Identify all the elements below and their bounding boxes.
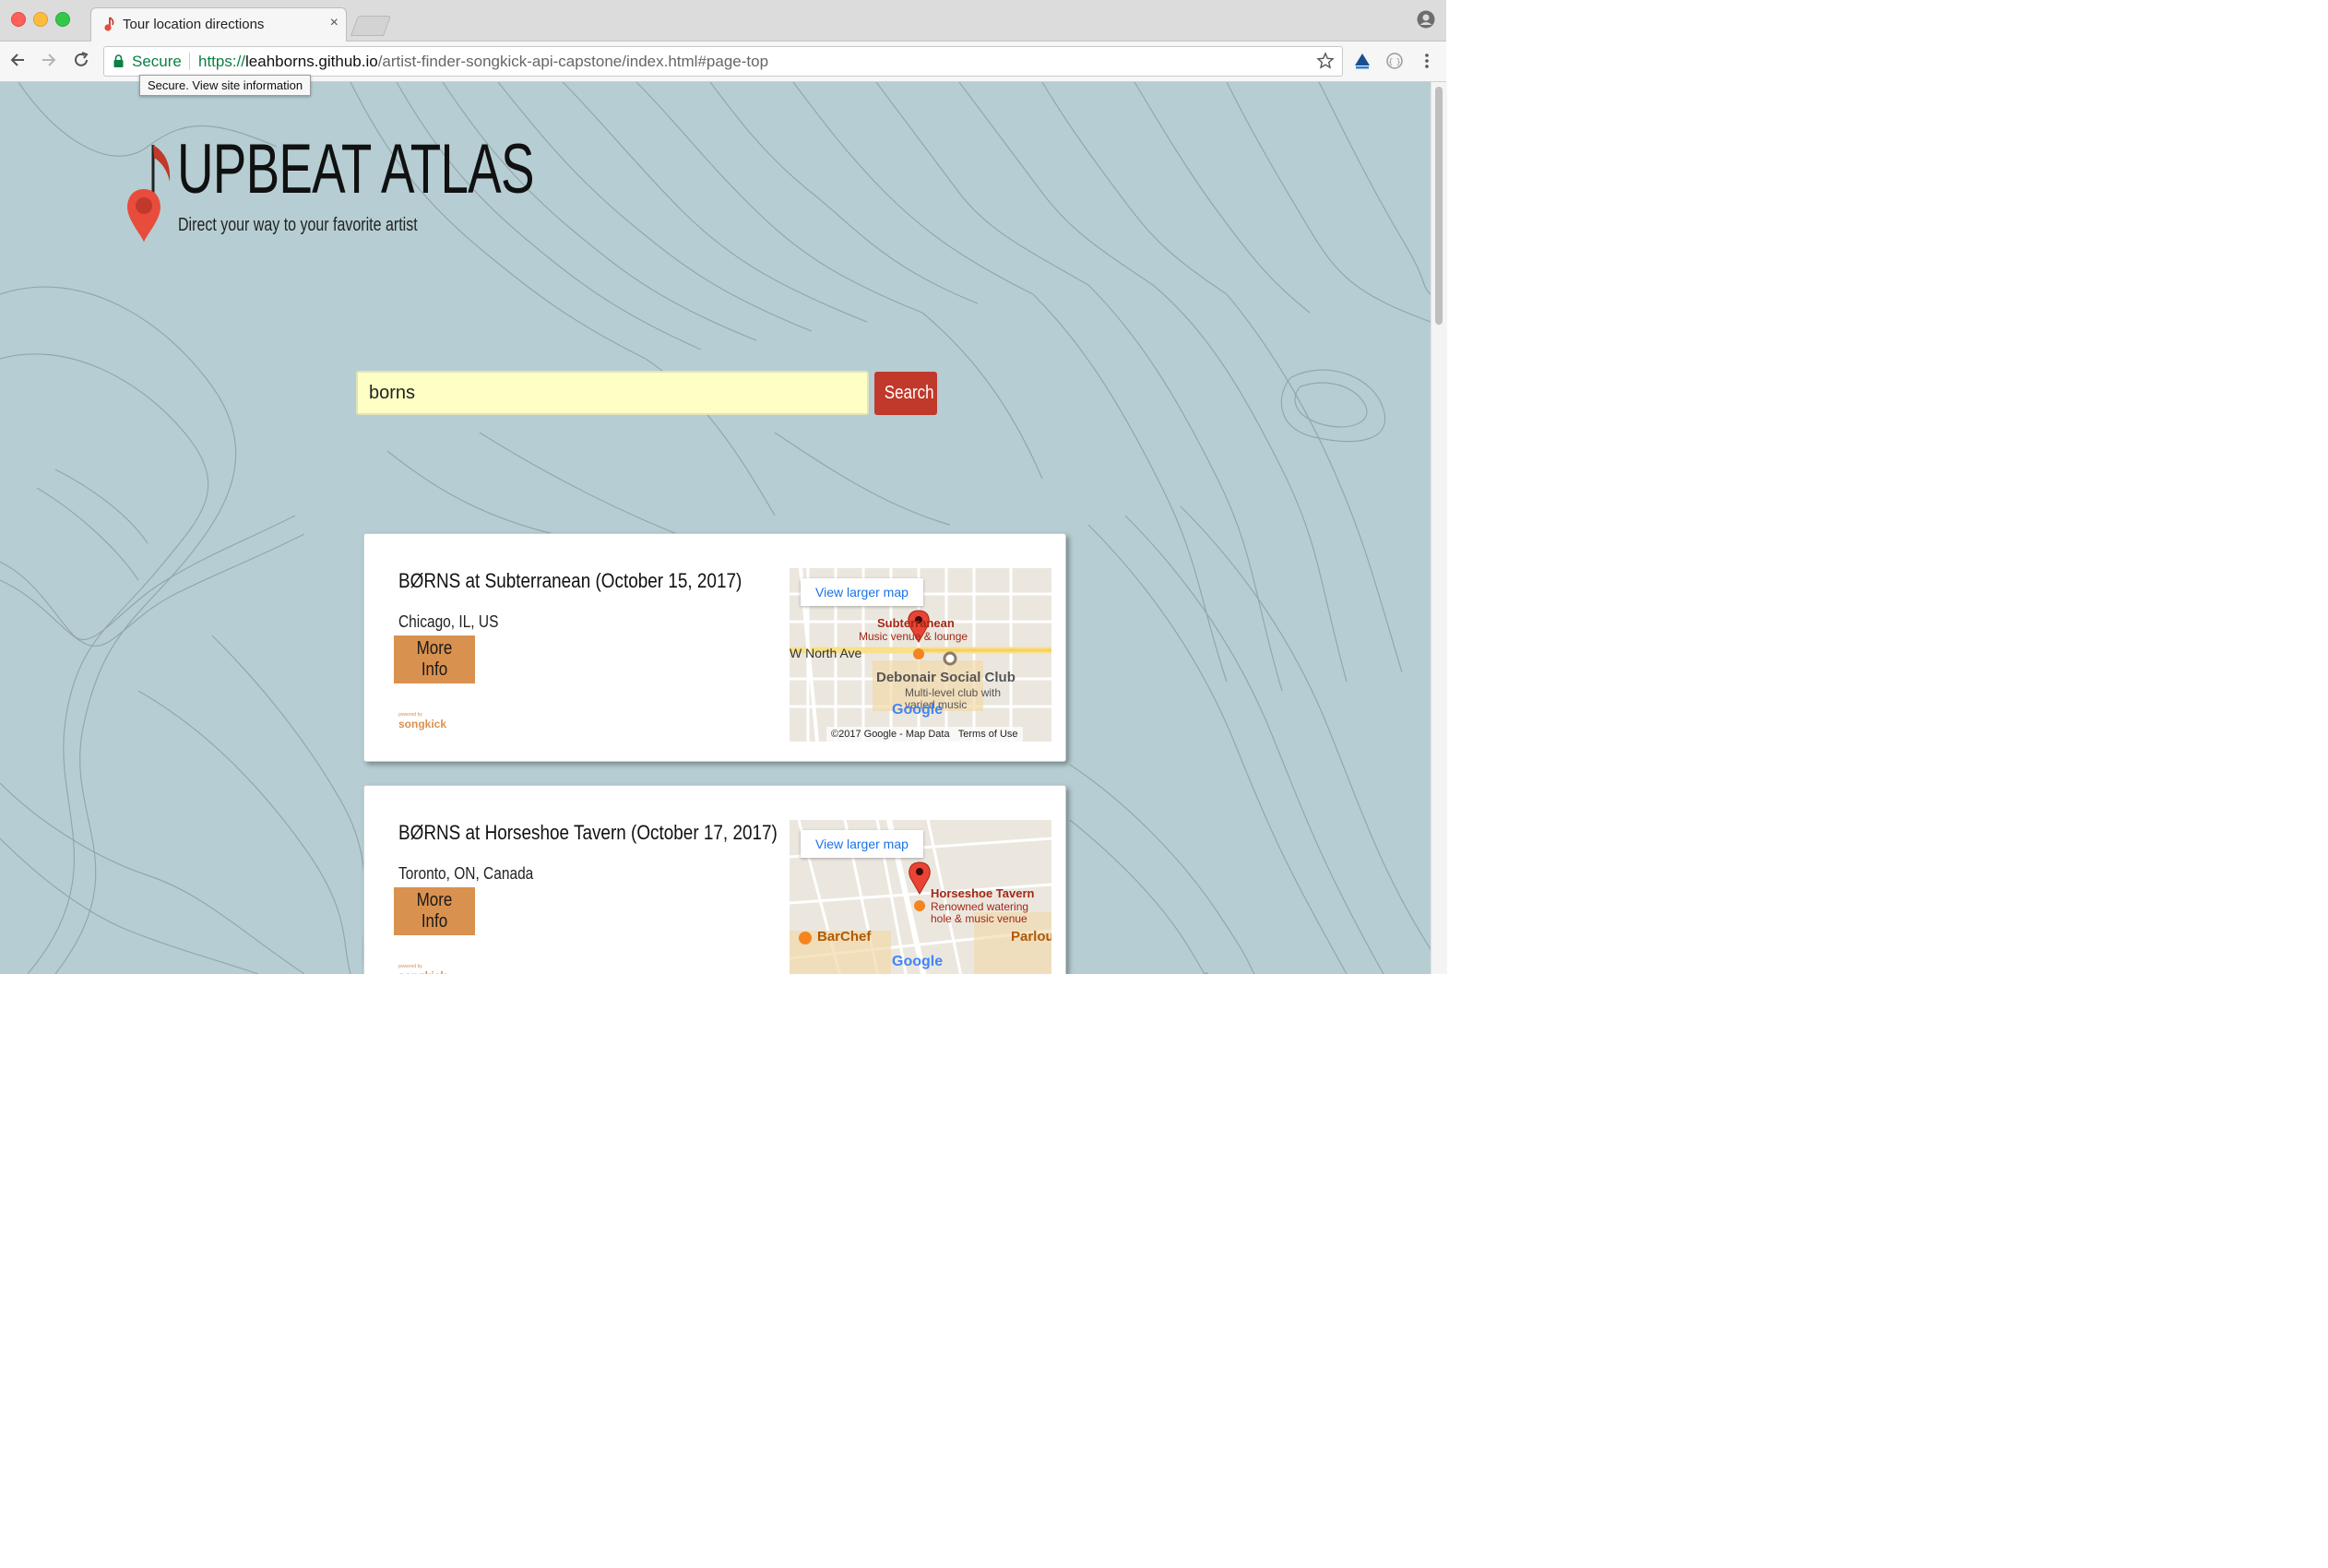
lock-icon[interactable] [113, 54, 124, 67]
more-info-label: More Info [416, 638, 453, 680]
map-venue-description: Renowned watering hole & music venue [931, 900, 1029, 925]
address-divider [189, 53, 190, 70]
map-terms-link[interactable]: Terms of Use [958, 729, 1018, 740]
event-location: Toronto, ON, Canada [398, 864, 534, 883]
active-tab[interactable]: Tour location directions × [90, 7, 347, 42]
songkick-text: songkick [398, 718, 447, 731]
map-pin-music-note-logo-icon [127, 145, 171, 243]
event-title: BØRNS at Horseshoe Tavern (October 17, 2… [398, 821, 778, 844]
url-host: leahborns.github.io [245, 53, 378, 70]
map-venue-label: Subterranean [877, 616, 955, 630]
url-text[interactable]: https://leahborns.github.io/artist-finde… [198, 53, 768, 71]
venue-map[interactable]: View larger map Horseshoe Tavern Renowne… [790, 820, 1051, 974]
map-road-label: W North Ave [790, 646, 862, 660]
tab-strip: Tour location directions × [0, 0, 1446, 42]
google-watermark: Google [892, 702, 944, 718]
search-button-label: Search [884, 383, 934, 403]
artist-search-input[interactable] [356, 371, 869, 415]
map-poi-label: BarChef [817, 929, 872, 944]
minimize-window-button[interactable] [33, 12, 48, 27]
reload-icon[interactable] [71, 50, 91, 70]
close-tab-icon[interactable]: × [330, 15, 339, 31]
svg-text:{ }: { } [1388, 58, 1401, 67]
view-larger-map-link[interactable]: View larger map [801, 578, 923, 606]
zoom-window-button[interactable] [55, 12, 70, 27]
back-arrow-icon[interactable] [7, 50, 28, 70]
site-title: UPBEAT ATLAS [177, 130, 534, 208]
event-title: BØRNS at Subterranean (October 15, 2017) [398, 569, 742, 592]
bookmark-star-icon[interactable] [1316, 52, 1335, 70]
event-location: Chicago, IL, US [398, 612, 499, 631]
new-tab-button[interactable] [350, 16, 392, 36]
songkick-text: songkick [398, 969, 446, 974]
url-scheme: https:// [198, 53, 246, 70]
security-tooltip: Secure. View site information [139, 75, 312, 96]
page-scrollbar[interactable] [1431, 82, 1447, 974]
address-bar[interactable]: Secure https://leahborns.github.io/artis… [103, 46, 1343, 77]
more-info-button[interactable]: More Info [394, 636, 475, 683]
profile-icon[interactable] [1417, 10, 1435, 29]
event-card: BØRNS at Subterranean (October 15, 2017)… [363, 533, 1066, 762]
more-info-label: More Info [416, 890, 453, 932]
songkick-logo[interactable]: powered bysongkick [398, 965, 446, 975]
map-attribution: ©2017 Google - Map Data Terms of Use [826, 727, 1023, 742]
songkick-logo[interactable]: powered bysongkick [398, 713, 446, 731]
search-button[interactable]: Search [874, 372, 937, 415]
extension-icon[interactable]: { } [1385, 52, 1404, 70]
tab-title: Tour location directions [123, 17, 265, 32]
map-poi-label-2: Parlour [1011, 929, 1051, 944]
map-venue-label: Horseshoe Tavern [931, 886, 1035, 900]
close-window-button[interactable] [11, 12, 26, 27]
music-note-favicon-icon [104, 17, 114, 31]
axe-extension-icon[interactable] [1353, 52, 1372, 70]
menu-kebab-icon[interactable] [1418, 52, 1436, 70]
venue-map[interactable]: View larger map Subterranean Music venue… [790, 568, 1051, 742]
forward-arrow-icon[interactable] [39, 50, 59, 70]
page-viewport: UPBEAT ATLAS Direct your way to your fav… [0, 82, 1431, 974]
map-copyright: ©2017 Google - Map Data [831, 729, 950, 740]
site-tagline: Direct your way to your favorite artist [178, 215, 418, 235]
secure-label[interactable]: Secure [132, 53, 182, 71]
google-watermark: Google [892, 954, 944, 969]
url-path: /artist-finder-songkick-api-capstone/ind… [377, 53, 769, 70]
map-poi-label: Debonair Social Club [876, 670, 1016, 685]
more-info-button[interactable]: More Info [394, 887, 475, 935]
view-larger-map-link[interactable]: View larger map [801, 830, 923, 858]
scrollbar-thumb[interactable] [1435, 87, 1443, 325]
map-venue-description: Music venue & lounge [859, 630, 968, 643]
event-card: BØRNS at Horseshoe Tavern (October 17, 2… [363, 785, 1066, 974]
